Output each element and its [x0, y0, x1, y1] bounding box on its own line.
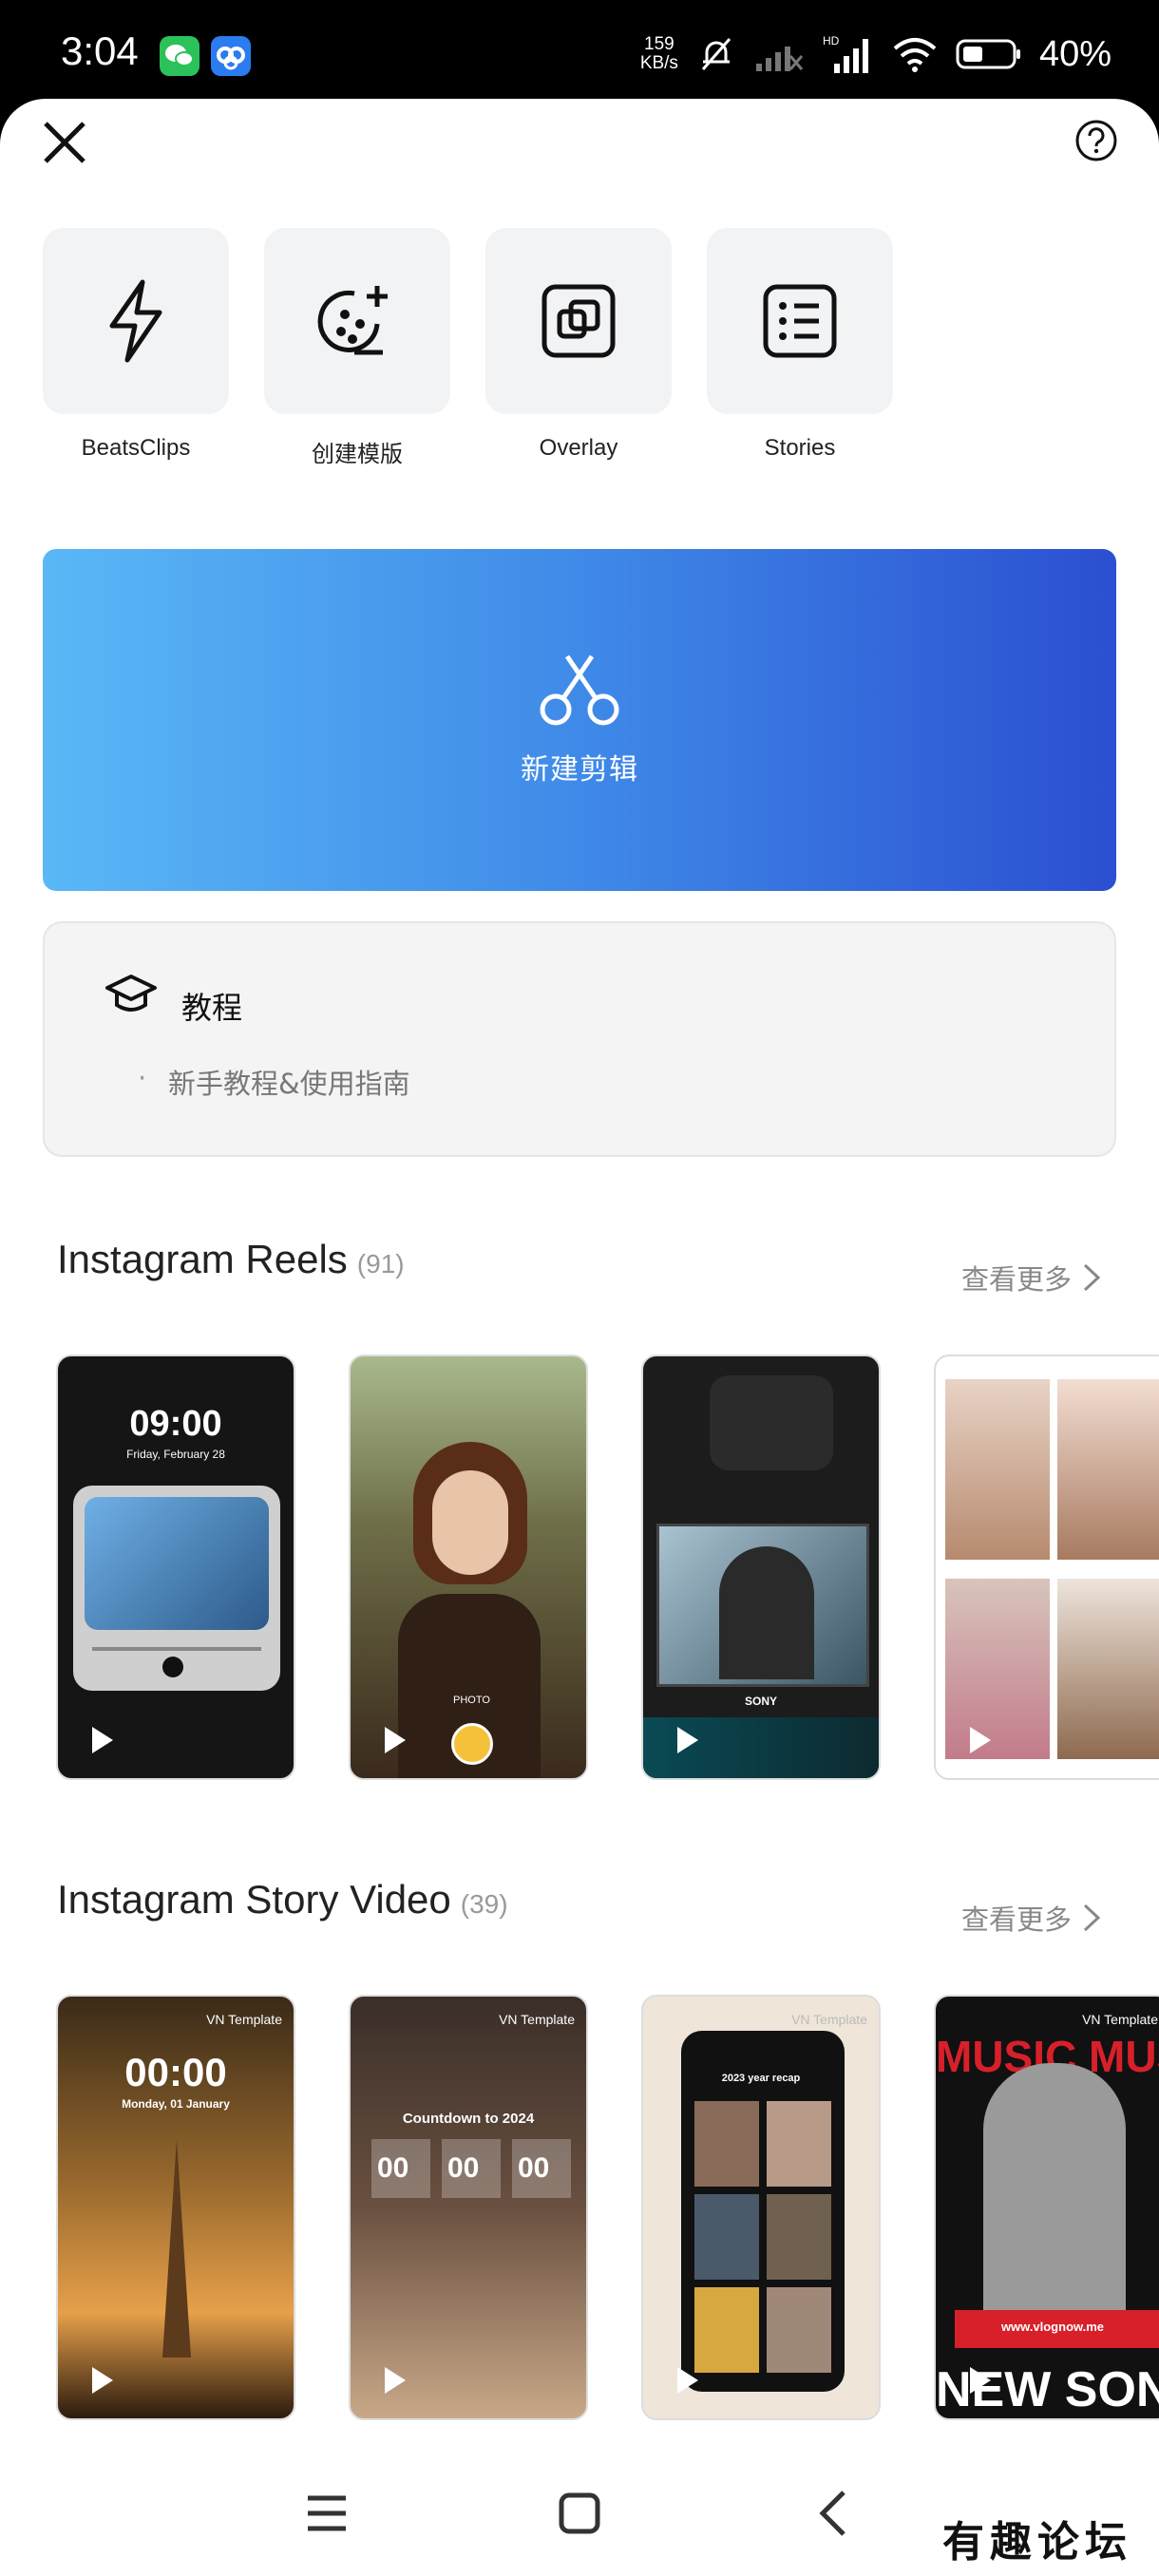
see-more-story[interactable]: 查看更多 [961, 1898, 1102, 1938]
home-icon[interactable] [559, 2492, 600, 2538]
reels-template-card[interactable]: SONY [641, 1354, 881, 1780]
play-icon [385, 1727, 406, 1753]
tool-create-template[interactable]: 创建模版 [264, 228, 450, 468]
reels-template-card[interactable] [934, 1354, 1159, 1780]
reels-template-card[interactable]: 09:00 Friday, February 28 [56, 1354, 295, 1780]
tool-label: Overlay [539, 435, 618, 461]
bullet: · [138, 1062, 147, 1094]
signal-sim1-icon [755, 47, 804, 71]
tutorial-title: 教程 [181, 990, 243, 1026]
tutorial-card[interactable]: 教程 · 新手教程&使用指南 [43, 921, 1116, 1157]
tutorial-guide-link[interactable]: 新手教程&使用指南 [168, 1062, 410, 1102]
wechat-icon [160, 36, 200, 76]
network-speed: 159 KB/s [639, 34, 678, 73]
watermark-logo: 有趣论坛 [942, 2518, 1132, 2567]
template-create-icon [317, 286, 388, 355]
play-icon [92, 1727, 113, 1753]
scissors-icon [540, 654, 619, 726]
battery-level: 40% [1038, 33, 1112, 74]
menu-icon[interactable] [306, 2492, 348, 2538]
tool-overlay[interactable]: Overlay [485, 228, 672, 462]
graduation-cap-icon [105, 975, 157, 1012]
tool-label: Stories [764, 435, 836, 461]
back-icon[interactable] [817, 2489, 847, 2542]
play-icon [970, 1727, 991, 1753]
play-icon [677, 2367, 698, 2394]
signal-hd-icon: HD [823, 34, 868, 73]
play-icon [92, 2367, 113, 2394]
reels-template-card[interactable]: PHOTO [349, 1354, 588, 1780]
lightning-icon [109, 279, 162, 363]
svg-text:HD: HD [823, 34, 840, 47]
section-count: (91) [356, 1249, 405, 1279]
play-icon [385, 2367, 406, 2394]
story-template-card[interactable]: VN Template 2023 year recap [641, 1995, 881, 2420]
baidu-netdisk-icon [211, 36, 251, 76]
see-more-reels[interactable]: 查看更多 [961, 1258, 1102, 1297]
stories-list-icon [763, 284, 837, 358]
play-icon [677, 1727, 698, 1753]
overlay-icon [542, 284, 616, 358]
tool-label: 创建模版 [312, 442, 403, 467]
close-icon[interactable] [40, 118, 89, 167]
wifi-icon [893, 38, 937, 72]
home-sheet: BeatsClips 创建模版 Overlay Stories 新建剪辑 教程 … [0, 99, 1159, 2576]
new-edit-button[interactable]: 新建剪辑 [43, 549, 1116, 891]
tool-stories[interactable]: Stories [707, 228, 893, 462]
help-icon[interactable] [1074, 118, 1119, 163]
story-template-card[interactable]: VN Template Countdown to 2024 00 00 00 [349, 1995, 588, 2420]
section-title-story: Instagram Story Video (39) [57, 1877, 508, 1922]
silent-bell-icon [701, 38, 732, 70]
story-template-card[interactable]: VN Template 00:00 Monday, 01 January [56, 1995, 295, 2420]
tool-beatsclips[interactable]: BeatsClips [43, 228, 229, 462]
system-nav-bar: 有趣论坛 [0, 2451, 1159, 2576]
play-icon [970, 2367, 991, 2394]
story-template-card[interactable]: VN Template MUSIC MUSI www.vlognow.me NE… [934, 1995, 1159, 2420]
status-bar: 3:04 159 KB/s HD 40% [0, 0, 1159, 106]
chevron-right-icon [1083, 1263, 1101, 1292]
status-time: 3:04 [61, 28, 139, 73]
section-count: (39) [460, 1889, 508, 1919]
battery-icon [956, 39, 1020, 69]
tool-label: BeatsClips [81, 435, 191, 461]
chevron-right-icon [1083, 1904, 1101, 1932]
new-edit-label: 新建剪辑 [521, 753, 638, 786]
section-title-reels: Instagram Reels (91) [57, 1237, 405, 1281]
